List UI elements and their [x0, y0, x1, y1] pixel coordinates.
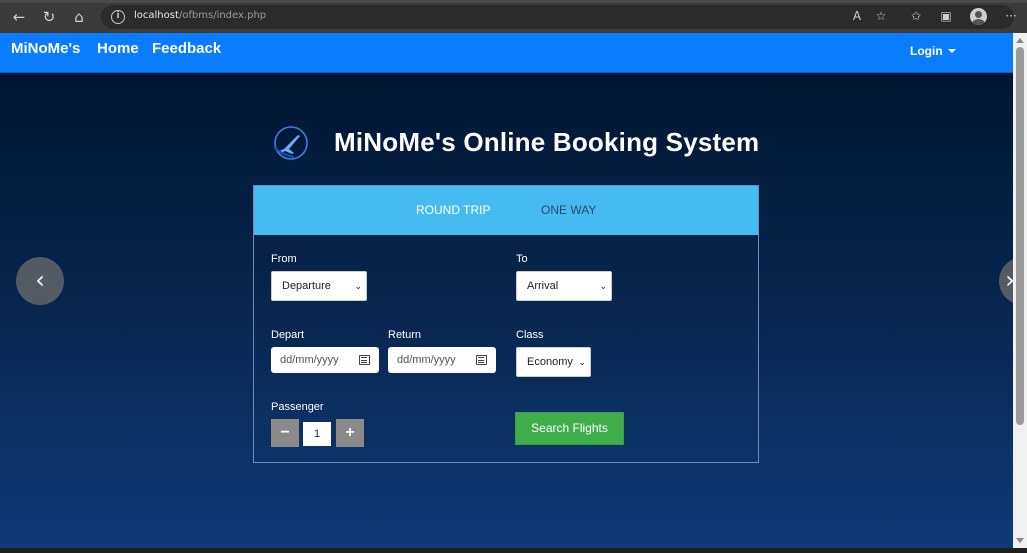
return-date-placeholder: dd/mm/yyyy	[397, 354, 456, 366]
favorites-icon[interactable]: ✩	[907, 7, 925, 25]
calendar-icon[interactable]	[476, 355, 487, 365]
depart-date-placeholder: dd/mm/yyyy	[280, 354, 339, 366]
chevron-down-icon: ⌄	[599, 281, 607, 291]
hero-section: MiNoMe's Online Booking System ‹ › ROUND…	[0, 73, 1013, 548]
return-label: Return	[388, 329, 422, 341]
search-flights-button[interactable]: Search Flights	[515, 412, 624, 445]
scroll-up-icon[interactable]	[1016, 38, 1024, 43]
site-navbar: MiNoMe's Home Feedback Login	[0, 33, 1013, 73]
back-icon[interactable]: ←	[7, 6, 31, 28]
scroll-thumb[interactable]	[1016, 47, 1024, 425]
profile-icon[interactable]	[970, 8, 987, 25]
depart-date-input[interactable]: dd/mm/yyyy	[271, 347, 379, 373]
tab-round-trip[interactable]: ROUND TRIP	[416, 203, 490, 217]
passenger-decrement-button[interactable]: −	[271, 419, 299, 447]
chevron-right-icon: ›	[1005, 266, 1013, 294]
info-icon[interactable]: i	[111, 10, 125, 24]
to-select[interactable]: Arrival ⌄	[516, 271, 612, 301]
home-icon[interactable]: ⌂	[67, 6, 91, 28]
calendar-icon[interactable]	[359, 355, 370, 365]
to-select-value: Arrival	[527, 280, 559, 292]
refresh-icon[interactable]: ↻	[37, 6, 61, 28]
url-path: /ofbms/index.php	[178, 10, 267, 21]
to-label: To	[516, 253, 528, 265]
class-label: Class	[516, 329, 544, 341]
chevron-left-icon: ‹	[35, 266, 45, 294]
brand-link[interactable]: MiNoMe's	[11, 40, 80, 57]
class-select-value: Economy	[527, 356, 573, 368]
chevron-down-icon: ⌄	[354, 281, 362, 291]
booking-form: ROUND TRIP ONE WAY From Departure ⌄ To A…	[253, 185, 759, 463]
scroll-down-icon[interactable]	[1016, 538, 1024, 543]
login-label: Login	[910, 44, 943, 58]
nav-home-link[interactable]: Home	[97, 40, 139, 57]
from-select-value: Departure	[282, 280, 331, 292]
tab-one-way[interactable]: ONE WAY	[541, 203, 596, 217]
passenger-count-input[interactable]: 1	[303, 422, 331, 446]
depart-label: Depart	[271, 329, 305, 341]
page-title: MiNoMe's Online Booking System	[334, 127, 760, 157]
favorite-add-icon[interactable]: ☆	[872, 7, 890, 25]
read-aloud-icon[interactable]: A	[848, 7, 866, 25]
url-host: localhost	[134, 10, 179, 21]
return-date-input[interactable]: dd/mm/yyyy	[388, 347, 496, 373]
browser-toolbar: ← ↻ ⌂ i localhost/ofbms/index.php A ☆ ✩ …	[0, 0, 1027, 33]
nav-feedback-link[interactable]: Feedback	[152, 40, 221, 57]
taskbar-strip	[0, 548, 1027, 553]
passenger-increment-button[interactable]: +	[336, 419, 364, 447]
more-icon[interactable]: ···	[1002, 7, 1020, 25]
class-select[interactable]: Economy ⌄	[516, 347, 591, 377]
chevron-down-icon: ⌄	[578, 357, 586, 367]
login-dropdown[interactable]: Login	[910, 44, 956, 58]
page-scrollbar[interactable]	[1013, 33, 1027, 548]
caret-down-icon	[947, 49, 956, 53]
from-select[interactable]: Departure ⌄	[271, 271, 367, 301]
trip-type-tabs: ROUND TRIP ONE WAY	[254, 186, 758, 235]
airplane-logo-icon	[273, 126, 308, 160]
carousel-next-button[interactable]: ›	[999, 257, 1013, 305]
url-text[interactable]: localhost/ofbms/index.php	[134, 10, 266, 21]
carousel-prev-button[interactable]: ‹	[16, 257, 64, 305]
passenger-label: Passenger	[271, 401, 324, 413]
tab-strip	[0, 0, 1027, 3]
from-label: From	[271, 253, 297, 265]
collections-icon[interactable]: ▣	[937, 7, 955, 25]
